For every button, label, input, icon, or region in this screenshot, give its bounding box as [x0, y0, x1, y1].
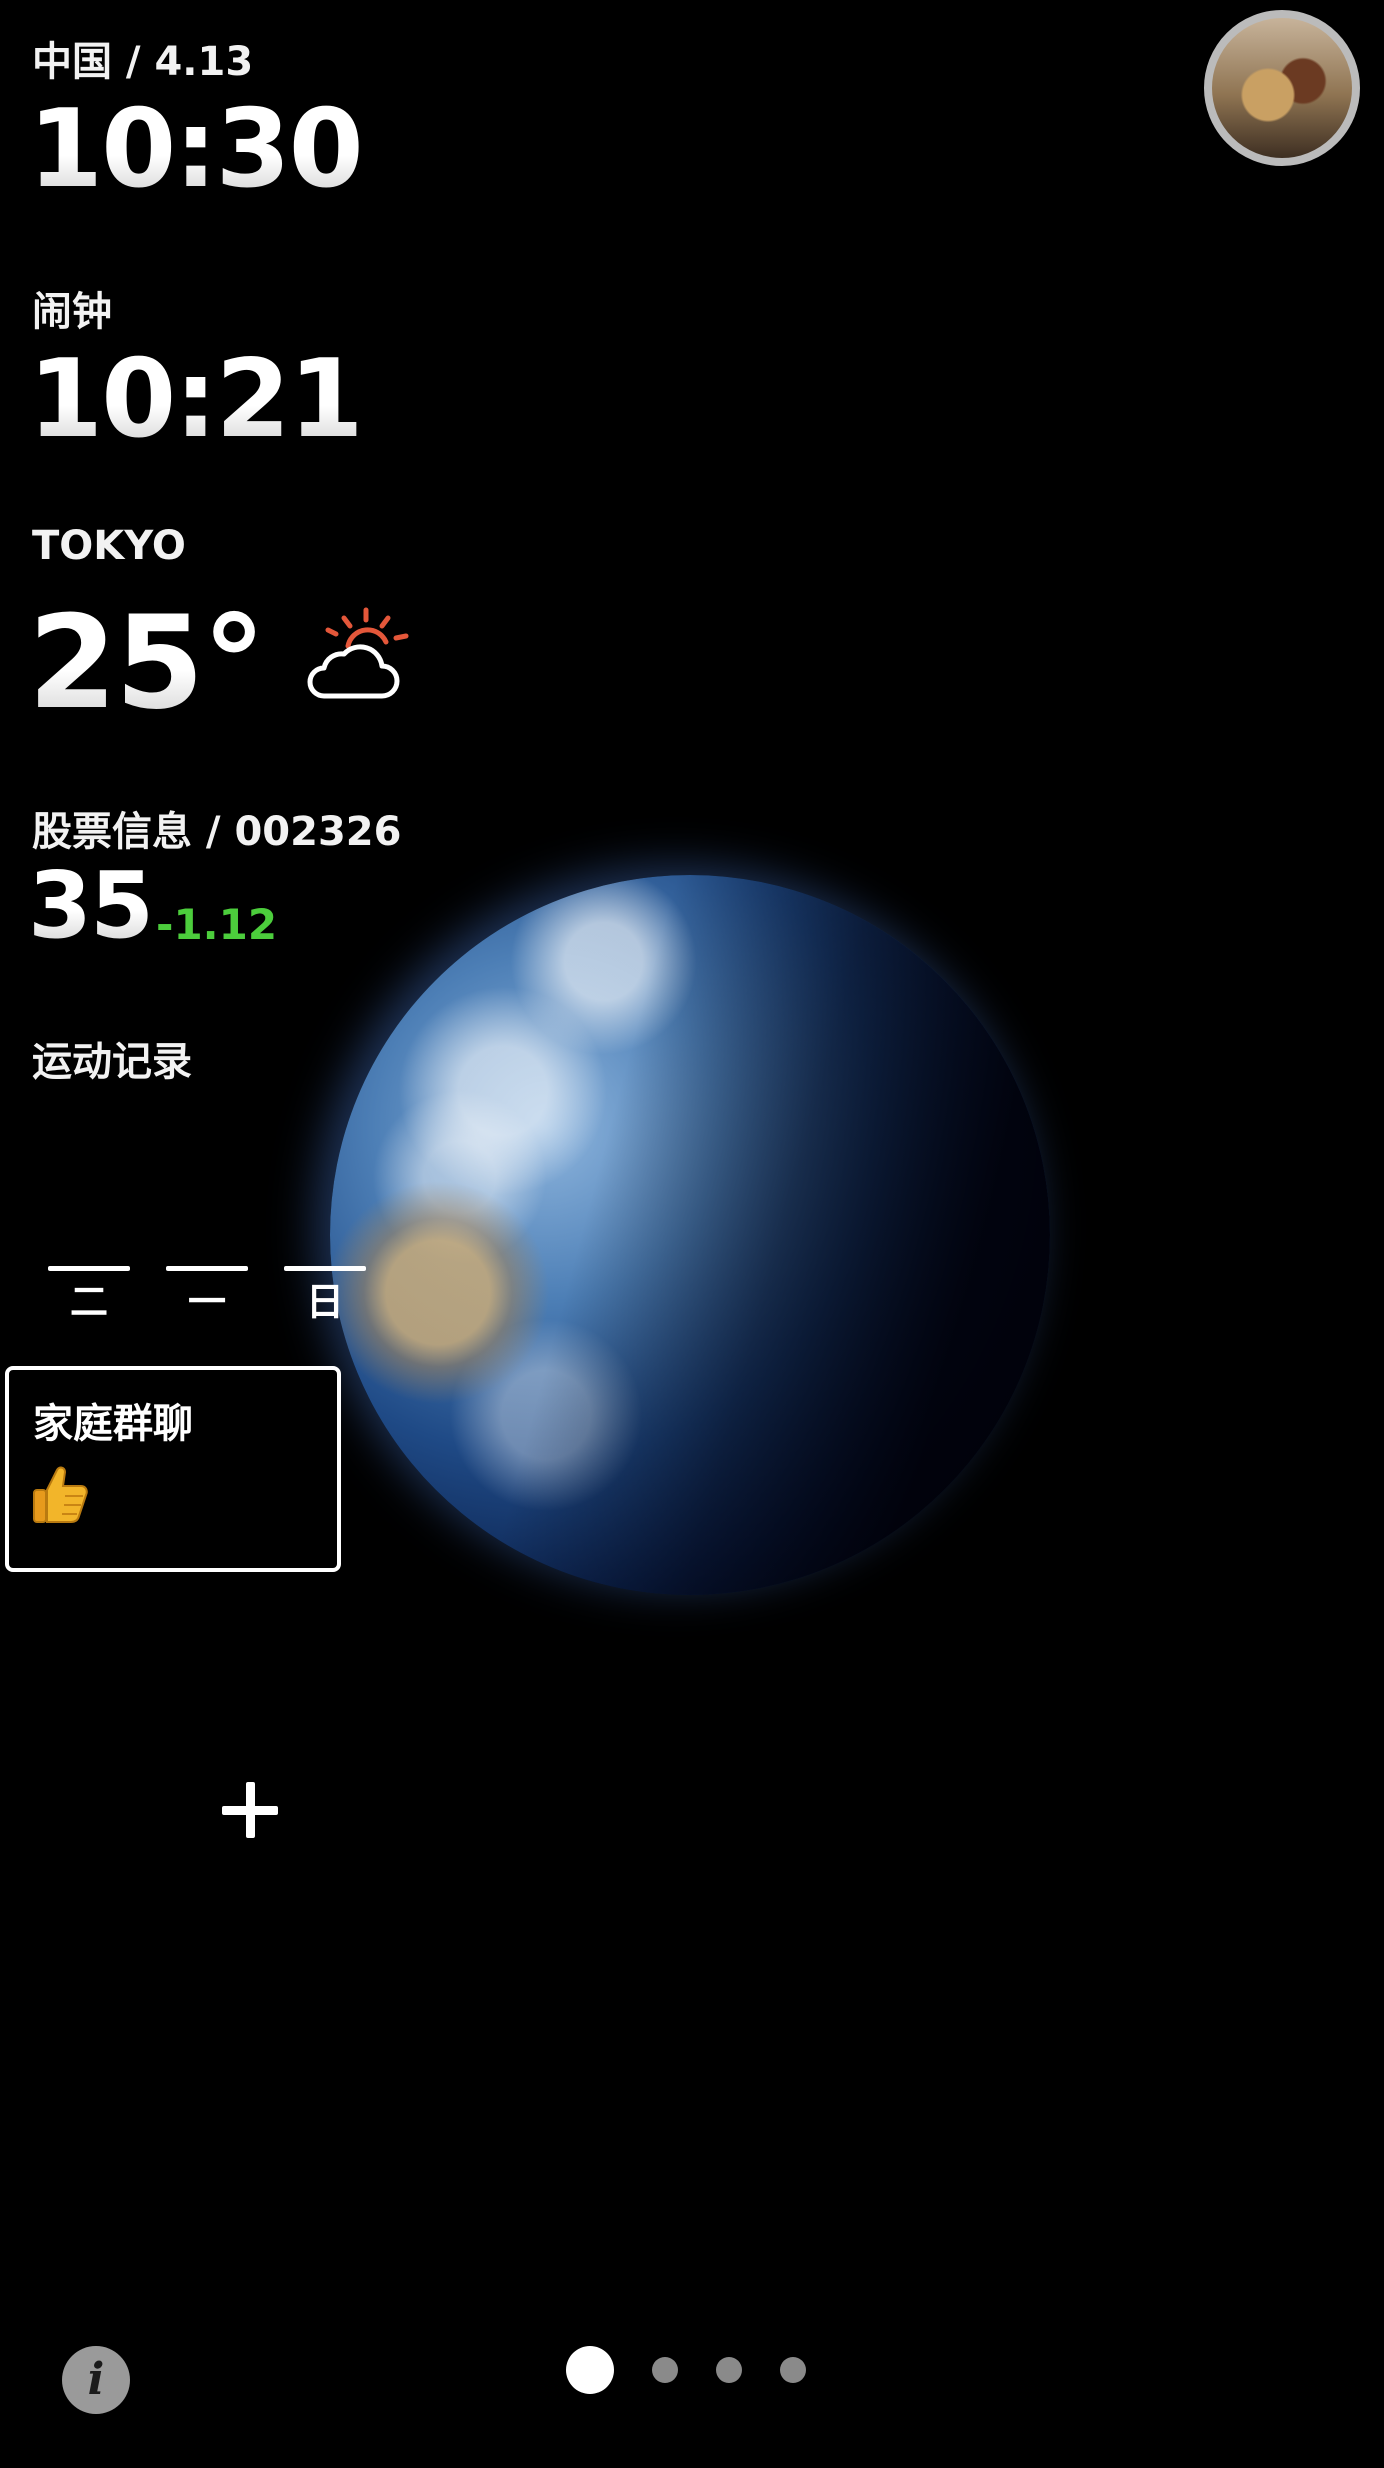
- stock-label: 股票信息 / 002326: [32, 809, 402, 855]
- page-indicator[interactable]: [566, 2346, 806, 2394]
- stock-change: -1.12: [156, 900, 278, 949]
- avatar[interactable]: [1204, 10, 1360, 166]
- home-screen: 中国 / 4.13 10:30 闹钟 10:21 TOKYO 25° 股票信息 …: [0, 0, 1384, 2468]
- add-widget-button[interactable]: [218, 1778, 282, 1842]
- page-dot[interactable]: [716, 2357, 742, 2383]
- earth-wallpaper: [330, 875, 1050, 1595]
- family-chat-widget[interactable]: 家庭群聊: [5, 1366, 341, 1572]
- week-day-label: 日: [305, 1280, 344, 1324]
- stock-price: 35: [28, 852, 154, 959]
- week-day-bar: [48, 1266, 130, 1271]
- clock-time[interactable]: 10:30: [28, 96, 364, 204]
- info-button[interactable]: i: [62, 2346, 130, 2414]
- thumbs-up-icon: [33, 1466, 88, 1523]
- partly-cloudy-sun-icon: [307, 607, 409, 699]
- week-day-item: 日: [284, 1266, 366, 1321]
- weather-temperature[interactable]: 25°: [28, 600, 266, 728]
- stock-row[interactable]: 35 -1.12: [28, 860, 277, 952]
- family-chat-title: 家庭群聊: [33, 1401, 193, 1447]
- alarm-time[interactable]: 10:21: [28, 346, 364, 454]
- page-dot-active[interactable]: [566, 2346, 614, 2394]
- weather-city: TOKYO: [32, 523, 186, 569]
- week-day-item: 一: [166, 1266, 248, 1321]
- week-day-bar: [284, 1266, 366, 1271]
- clock-location-date: 中国 / 4.13: [32, 39, 254, 85]
- alarm-label: 闹钟: [32, 289, 112, 335]
- exercise-week-chart[interactable]: 二 一 日: [48, 1266, 366, 1321]
- week-day-label: 一: [187, 1280, 226, 1324]
- exercise-label: 运动记录: [32, 1039, 192, 1085]
- page-dot[interactable]: [652, 2357, 678, 2383]
- week-day-label: 二: [69, 1280, 108, 1324]
- week-day-item: 二: [48, 1266, 130, 1321]
- week-day-bar: [166, 1266, 248, 1271]
- page-dot[interactable]: [780, 2357, 806, 2383]
